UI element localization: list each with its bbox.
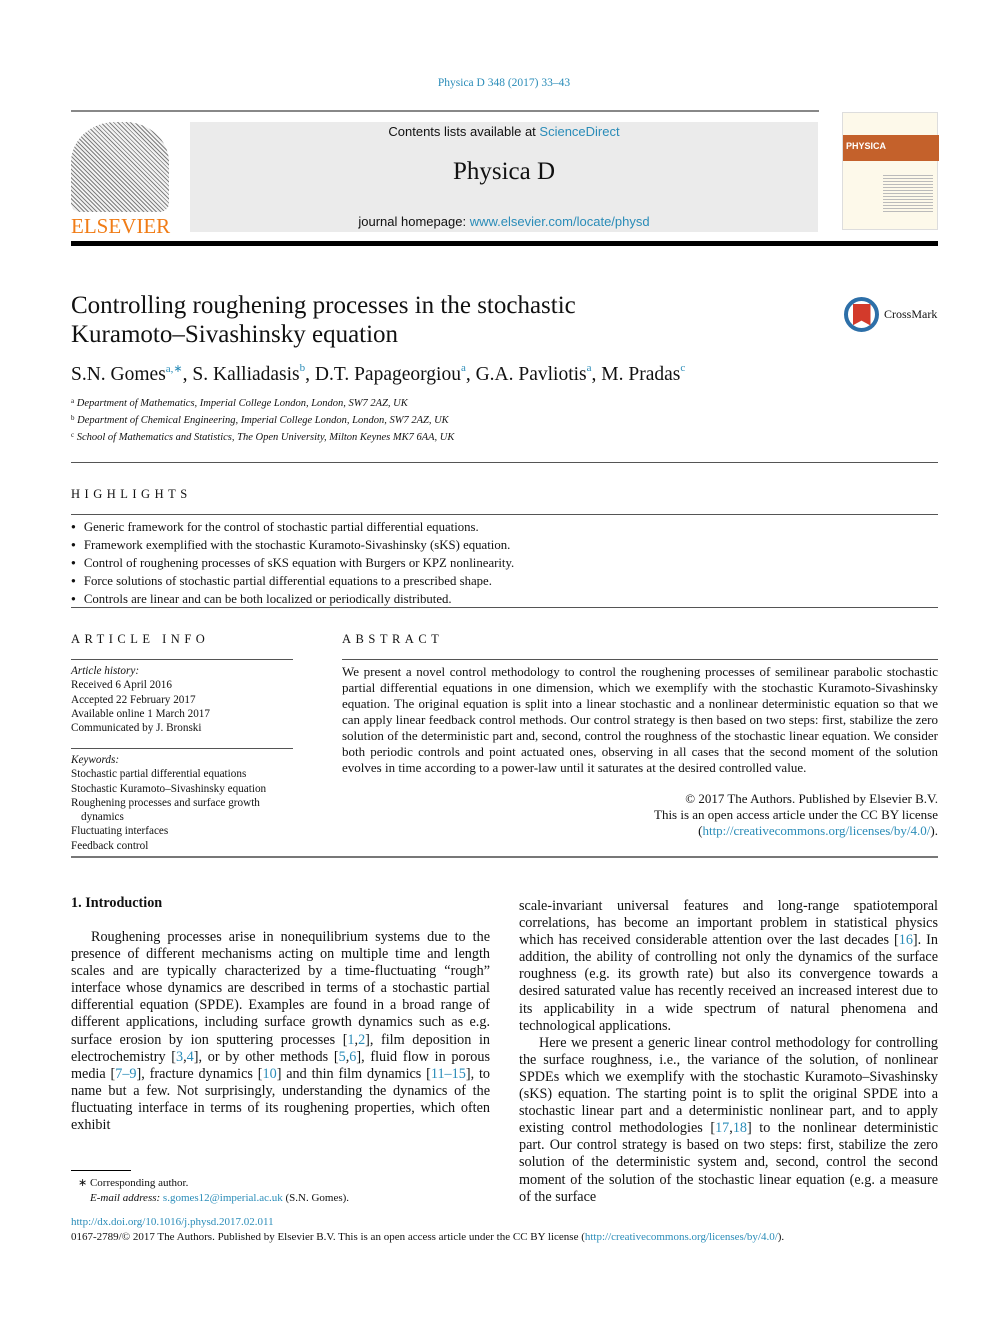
issn-text: 0167-2789/© 2017 The Authors. Published … — [71, 1231, 585, 1243]
author[interactable]: D.T. Papageorgioua — [315, 362, 466, 385]
contents-line: Contents lists available at ScienceDirec… — [190, 124, 818, 139]
divider — [71, 607, 938, 608]
keyword: Stochastic partial differential equation… — [71, 768, 247, 781]
citation-link[interactable]: 17 — [715, 1120, 729, 1136]
cover-band: PHYSICA — [843, 135, 939, 161]
issn-line: 0167-2789/© 2017 The Authors. Published … — [71, 1230, 784, 1245]
sciencedirect-link[interactable]: ScienceDirect — [539, 124, 619, 139]
elsevier-wordmark: ELSEVIER — [71, 214, 171, 238]
footnote-mark: ∗ — [78, 1177, 88, 1189]
affiliation: b Department of Chemical Engineering, Im… — [71, 414, 449, 426]
cc-license-link[interactable]: http://creativecommons.org/licenses/by/4… — [585, 1231, 778, 1243]
footnote-rule — [71, 1170, 131, 1171]
highlight-item: Framework exemplified with the stochasti… — [71, 537, 514, 555]
paragraph: scale-invariant universal features and l… — [519, 898, 939, 1034]
elsevier-logo[interactable]: ELSEVIER — [71, 122, 171, 238]
citation-link[interactable]: 16 — [899, 932, 913, 948]
highlight-item: Control of roughening processes of sKS e… — [71, 555, 514, 573]
license-url-line: (http://creativecommons.org/licenses/by/… — [698, 823, 938, 838]
journal-cover[interactable]: PHYSICA — [842, 112, 939, 230]
journal-name: Physica D — [452, 158, 556, 185]
highlight-item: Force solutions of stochastic partial di… — [71, 573, 514, 591]
paragraph: Roughening processes arise in nonequilib… — [71, 929, 491, 1134]
history-item: Available online 1 March 2017 — [71, 707, 210, 720]
keyword: Feedback control — [71, 839, 149, 852]
email-suffix: (S.N. Gomes). — [282, 1192, 350, 1204]
crossmark-button[interactable]: CrossMark — [844, 297, 937, 332]
abstract-text: We present a novel control methodology t… — [342, 664, 938, 775]
license-link[interactable]: http://creativecommons.org/licenses/by/4… — [702, 823, 930, 838]
history-item: Accepted 22 February 2017 — [71, 693, 196, 706]
divider — [71, 462, 938, 463]
author[interactable]: S. Kalliadasisb — [192, 362, 305, 385]
highlights-list: Generic framework for the control of sto… — [71, 519, 514, 609]
journal-banner: Contents lists available at ScienceDirec… — [190, 122, 818, 232]
email-label: E-mail address: — [90, 1192, 163, 1204]
intro-right-column: scale-invariant universal features and l… — [519, 898, 938, 1206]
cover-text-lines — [883, 173, 933, 213]
highlight-item: Generic framework for the control of sto… — [71, 519, 514, 537]
keyword: Roughening processes and surface growth — [71, 796, 260, 809]
citation-link[interactable]: 2 — [358, 1032, 365, 1048]
journal-reference[interactable]: Physica D 348 (2017) 33–43 — [0, 77, 992, 89]
paragraph: Here we present a generic linear control… — [519, 1034, 938, 1205]
homepage-link[interactable]: www.elsevier.com/locate/physd — [470, 214, 650, 229]
crossmark-label: CrossMark — [884, 307, 938, 321]
citation-link[interactable]: 11–15 — [431, 1066, 466, 1082]
contents-text: Contents lists available at — [388, 124, 540, 139]
homepage-label: journal homepage: — [358, 214, 470, 229]
header-rule — [71, 241, 938, 246]
citation-link[interactable]: 10 — [263, 1066, 277, 1082]
author[interactable]: S.N. Gomesa,∗ — [71, 363, 183, 385]
divider — [71, 659, 293, 660]
homepage-line: journal homepage: www.elsevier.com/locat… — [190, 214, 818, 229]
footnote: ∗ Corresponding author. E-mail address: … — [78, 1176, 349, 1206]
title-line: Kuramoto–Sivashinsky equation — [71, 321, 399, 348]
title-line: Controlling roughening processes in the … — [71, 292, 576, 319]
citation-link[interactable]: 18 — [733, 1120, 747, 1136]
keyword: Fluctuating interfaces — [71, 825, 169, 838]
intro-left-column: Roughening processes arise in nonequilib… — [71, 929, 490, 1134]
author-list: S.N. Gomesa,∗, S. Kalliadasisb, D.T. Pap… — [71, 362, 686, 385]
article-history: Article history: Received 6 April 2016 A… — [71, 664, 210, 735]
citation-link[interactable]: 1 — [347, 1032, 354, 1048]
keywords-label: Keywords: — [71, 754, 120, 766]
license-line: This is an open access article under the… — [654, 807, 938, 822]
history-item: Communicated by J. Bronski — [71, 722, 202, 735]
citation-link[interactable]: 3 — [176, 1049, 183, 1065]
citation-link[interactable]: 7–9 — [115, 1066, 136, 1082]
divider — [342, 659, 938, 660]
history-label: Article history: — [71, 665, 140, 677]
divider — [71, 856, 938, 858]
keyword: dynamics — [81, 811, 124, 824]
citation-link[interactable]: 5 — [339, 1049, 346, 1065]
abstract-copyright: © 2017 The Authors. Published by Elsevie… — [342, 791, 938, 839]
author[interactable]: M. Pradasc — [601, 362, 685, 385]
tree-icon — [71, 122, 169, 212]
section-heading: 1. Introduction — [71, 895, 163, 911]
copyright-line: © 2017 The Authors. Published by Elsevie… — [685, 791, 938, 806]
affiliation: c School of Mathematics and Statistics, … — [71, 431, 455, 443]
crossmark-icon — [844, 297, 879, 332]
citation-link[interactable]: 4 — [187, 1049, 194, 1065]
affiliation: a Department of Mathematics, Imperial Co… — [71, 397, 408, 409]
doi-link[interactable]: http://dx.doi.org/10.1016/j.physd.2017.0… — [71, 1215, 274, 1230]
author[interactable]: G.A. Pavliotisa — [476, 362, 592, 385]
footnote-text: Corresponding author. — [89, 1177, 189, 1189]
citation-link[interactable]: 6 — [349, 1049, 356, 1065]
history-item: Received 6 April 2016 — [71, 679, 172, 692]
keywords: Keywords: Stochastic partial differentia… — [71, 753, 266, 853]
highlights-heading: HIGHLIGHTS — [71, 487, 192, 501]
divider — [71, 514, 938, 515]
article-info-heading: ARTICLE INFO — [71, 632, 210, 646]
divider — [71, 110, 819, 112]
divider — [71, 748, 293, 749]
email-link[interactable]: s.gomes12@imperial.ac.uk — [163, 1192, 283, 1204]
issn-suffix: ). — [777, 1231, 785, 1243]
article-title: Controlling roughening processes in the … — [71, 291, 691, 349]
abstract-heading: ABSTRACT — [342, 632, 444, 646]
keyword: Stochastic Kuramoto–Sivashinsky equation — [71, 782, 267, 795]
